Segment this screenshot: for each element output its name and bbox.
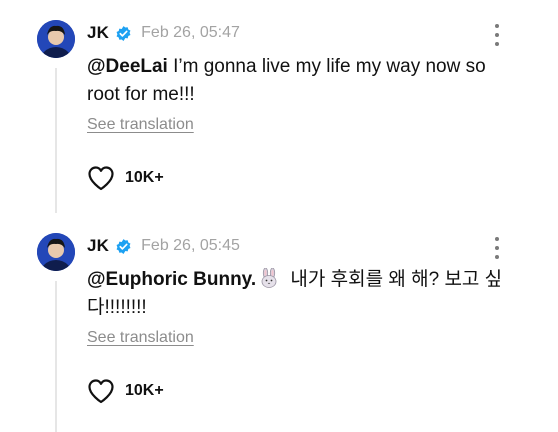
comment-feed: JK Feb 26, 05:47 @DeeLai I’m gonna live … xyxy=(0,0,558,432)
like-count: 10K+ xyxy=(125,382,164,399)
comment-post: JK Feb 26, 05:45 @Euphoric Bunny. 내가 후회를… xyxy=(0,213,558,432)
verified-badge-icon xyxy=(115,25,132,42)
heart-outline-icon xyxy=(88,166,114,191)
like-count: 10K+ xyxy=(125,169,164,186)
mention-link[interactable]: @DeeLai xyxy=(87,56,168,77)
timestamp: Feb 26, 05:47 xyxy=(141,24,240,41)
verified-badge-icon xyxy=(115,238,132,255)
heart-outline-icon xyxy=(88,379,114,404)
post-body: @DeeLai I’m gonna live my life my way no… xyxy=(87,53,517,109)
more-vertical-icon xyxy=(495,237,499,241)
thread-line xyxy=(55,281,57,432)
timestamp: Feb 26, 05:45 xyxy=(141,237,240,254)
like-button[interactable]: 10K+ xyxy=(87,378,164,404)
like-button[interactable]: 10K+ xyxy=(87,165,164,191)
post-body: @Euphoric Bunny. 내가 후회를 왜 해? 보고 싶다!!!!!!… xyxy=(87,266,517,322)
avatar[interactable] xyxy=(37,233,75,271)
avatar[interactable] xyxy=(37,20,75,58)
more-options-button[interactable] xyxy=(490,237,504,259)
post-header: JK Feb 26, 05:47 xyxy=(87,22,240,44)
username[interactable]: JK xyxy=(87,236,109,256)
see-translation-link[interactable]: See translation xyxy=(87,116,194,134)
username[interactable]: JK xyxy=(87,23,109,43)
comment-post: JK Feb 26, 05:47 @DeeLai I’m gonna live … xyxy=(0,0,558,213)
mention-link[interactable]: @Euphoric Bunny. xyxy=(87,269,256,290)
more-options-button[interactable] xyxy=(490,24,504,46)
see-translation-link[interactable]: See translation xyxy=(87,329,194,347)
bunny-emoji xyxy=(259,267,279,288)
more-vertical-icon xyxy=(495,24,499,28)
post-header: JK Feb 26, 05:45 xyxy=(87,235,240,257)
thread-line xyxy=(55,68,57,213)
